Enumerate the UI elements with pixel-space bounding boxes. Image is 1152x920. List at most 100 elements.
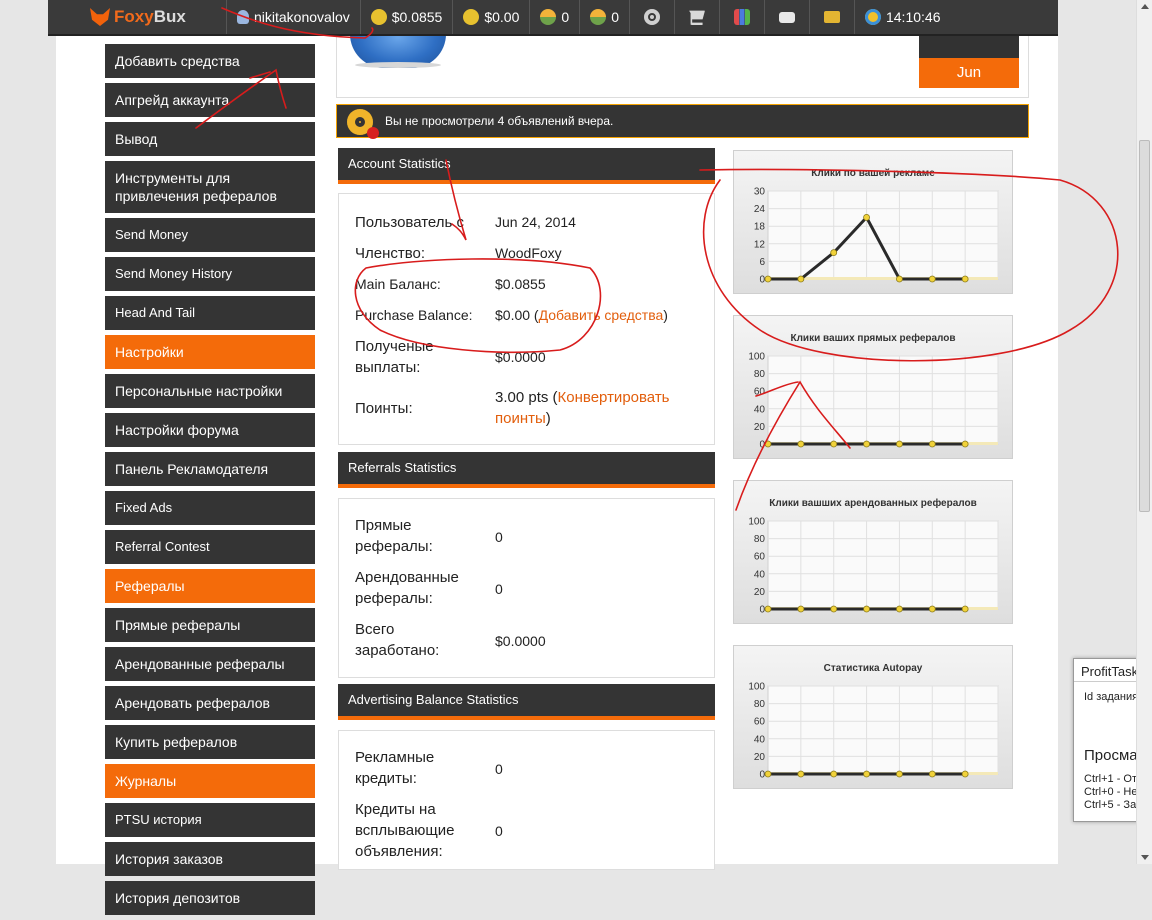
y-tick-label: 100 <box>748 682 765 693</box>
y-tick-label: 20 <box>754 587 766 598</box>
y-tick-label: 80 <box>754 699 766 710</box>
chart-svg: Статистика Autopay 0 20 40 60 80 100 <box>748 663 999 781</box>
scrollbar-thumb[interactable] <box>1139 140 1150 512</box>
data-point <box>863 770 870 778</box>
y-tick-label: 20 <box>754 422 766 433</box>
popup-credits-label-line3: объявления: <box>355 843 443 860</box>
sidebar-item-4[interactable]: Send Money <box>105 218 315 252</box>
sidebar-item-3[interactable]: Инструменты для привлечения рефералов <box>105 161 315 213</box>
sidebar-item-18[interactable]: Журналы <box>105 764 315 798</box>
sidebar-item-2[interactable]: Вывод <box>105 122 315 156</box>
sidebar-item-21[interactable]: История депозитов <box>105 881 315 915</box>
sidebar-item-5[interactable]: Send Money History <box>105 257 315 291</box>
sidebar-item-19[interactable]: PTSU история <box>105 803 315 837</box>
sidebar-item-9[interactable]: Настройки форума <box>105 413 315 447</box>
data-point <box>961 770 969 778</box>
y-tick-label: 12 <box>754 239 766 250</box>
data-point <box>830 440 838 448</box>
data-point <box>863 440 870 448</box>
data-point <box>863 605 870 613</box>
gear-icon <box>643 9 660 25</box>
points-label: Поинты: <box>355 400 413 417</box>
popup-credits-value: 0 <box>495 823 503 839</box>
sidebar-item-13[interactable]: Рефералы <box>105 569 315 603</box>
lock-icon <box>823 11 840 23</box>
data-point <box>961 275 969 283</box>
direct-referrals-indicator[interactable]: 0 <box>529 0 579 34</box>
alarm-clock-icon <box>864 9 881 25</box>
data-point <box>797 440 805 448</box>
rented-refs-value: 0 <box>495 581 503 597</box>
data-point <box>896 770 903 778</box>
account-stats-header: Account Statistics <box>338 148 715 184</box>
points-amount: 3.00 pts <box>495 389 549 406</box>
direct-refs-label-line2: рефералы: <box>355 538 433 555</box>
y-tick-label: 0 <box>759 440 765 451</box>
chart-svg: Клики по вашей рекламе 0 6 12 18 24 30 <box>754 168 999 286</box>
membership-value: WoodFoxy <box>495 245 562 261</box>
sidebar-item-1[interactable]: Апгрейд аккаунта <box>105 83 315 117</box>
coins-icon <box>370 9 387 25</box>
logout-button[interactable] <box>808 0 854 34</box>
messages-button[interactable] <box>763 0 809 34</box>
y-tick-label: 40 <box>754 569 766 580</box>
chart-title: Клики вашших арендованных рефералов <box>769 497 977 509</box>
chart-title: Клики по вашей рекламе <box>811 168 935 179</box>
data-point <box>863 214 870 221</box>
stats-button[interactable] <box>718 0 764 34</box>
sidebar-item-7[interactable]: Настройки <box>105 335 315 369</box>
chart-svg: Клики ваших прямых рефералов 0 20 40 60 80 100 <box>748 332 999 451</box>
data-point <box>830 249 838 256</box>
profittask-title: ProfitTask <box>1081 664 1139 679</box>
data-point <box>896 605 903 613</box>
data-point <box>928 770 936 778</box>
data-point <box>764 440 772 448</box>
rented-refs-label-line1: Арендованные <box>355 569 459 586</box>
site-logo[interactable]: Foxy Bux <box>48 0 226 34</box>
y-tick-label: 24 <box>754 204 766 215</box>
data-point <box>896 440 903 448</box>
referrals-stats-header: Referrals Statistics <box>338 452 715 488</box>
purchase-balance-value: $0.00 <box>495 307 531 323</box>
data-point <box>928 275 936 283</box>
sidebar-item-15[interactable]: Арендованные рефералы <box>105 647 315 681</box>
chart-ad-clicks: Клики по вашей рекламе 0 6 12 18 24 30 <box>733 150 1013 294</box>
rented-referrals-icon <box>590 9 607 25</box>
convert-points-link[interactable]: Конвертировать <box>558 389 670 406</box>
purchase-balance-indicator[interactable]: $0.00 <box>452 0 529 34</box>
warning-gear-icon <box>347 109 379 139</box>
sidebar-item-16[interactable]: Арендовать рефералов <box>105 686 315 720</box>
scroll-down-arrow-icon[interactable] <box>1141 855 1149 860</box>
rented-referrals-indicator[interactable]: 0 <box>579 0 629 34</box>
sidebar-item-0[interactable]: Добавить средства <box>105 44 315 78</box>
sidebar-item-20[interactable]: История заказов <box>105 842 315 876</box>
plot-area <box>767 520 999 610</box>
scroll-up-arrow-icon[interactable] <box>1141 4 1149 9</box>
vertical-scrollbar[interactable] <box>1136 0 1152 864</box>
chart-svg: Клики вашших арендованных рефералов 0 20 40… <box>748 497 999 616</box>
data-point <box>797 605 805 613</box>
add-funds-link[interactable]: Добавить средства <box>539 307 664 323</box>
cart-icon <box>688 10 705 25</box>
sidebar-item-6[interactable]: Head And Tail <box>105 296 315 330</box>
y-tick-label: 6 <box>759 257 765 268</box>
sidebar-item-14[interactable]: Прямые рефералы <box>105 608 315 642</box>
sidebar-item-10[interactable]: Панель Рекламодателя <box>105 452 315 486</box>
sidebar-item-11[interactable]: Fixed Ads <box>105 491 315 525</box>
user-menu[interactable]: nikitakonovalov <box>226 0 360 34</box>
sidebar-item-12[interactable]: Referral Contest <box>105 530 315 564</box>
rented-refs-count: 0 <box>611 9 619 25</box>
settings-button[interactable] <box>628 0 674 34</box>
sidebar-item-8[interactable]: Персональные настройки <box>105 374 315 408</box>
ad-credits-label-line1: Рекламные <box>355 749 435 766</box>
main-balance-amount: $0.0855 <box>495 276 546 292</box>
purchase-balance-amount: $0.00 (Добавить средства) <box>495 307 668 323</box>
notice-text: Вы не просмотрели 4 объявлений вчера. <box>385 114 614 128</box>
bar-chart-icon <box>733 9 750 25</box>
sidebar-item-17[interactable]: Купить рефералов <box>105 725 315 759</box>
sidebar-menu: Добавить средства Апгрейд аккаунта Вывод Ин… <box>105 44 315 920</box>
convert-points-link-2[interactable]: поинты <box>495 410 546 427</box>
rented-refs-label: Арендованные рефералы: <box>355 567 459 609</box>
main-balance-indicator[interactable]: $0.0855 <box>359 0 453 34</box>
shop-button[interactable] <box>673 0 719 34</box>
